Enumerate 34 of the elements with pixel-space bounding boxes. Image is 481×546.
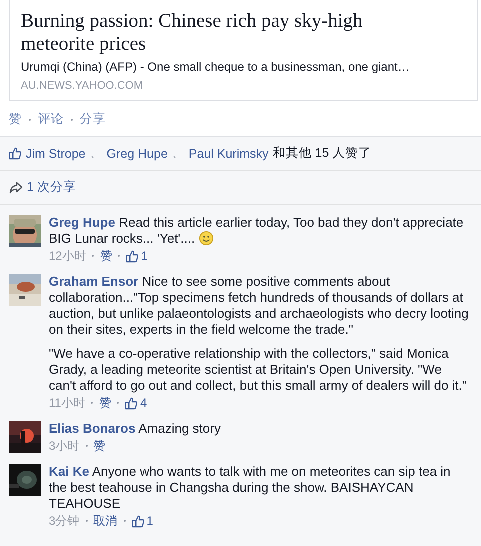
thumbs-up-icon [132, 514, 145, 528]
liker-name[interactable]: Jim Strope [26, 146, 86, 160]
like-count[interactable]: 4 [140, 395, 148, 411]
author-name[interactable]: Kai Ke [49, 464, 90, 479]
separator-mark: 、 [90, 145, 103, 162]
share-icon [9, 182, 23, 194]
like-link[interactable]: 赞 [94, 438, 106, 454]
comment-text: "We have a co-operative relationship with the collectors," said Monica Grady, a leading meteorite scientist at Britain's Open University. "We can't afford to go out and collect, but this small army of dealers will do it." [49, 346, 468, 394]
article-domain: AU.NEWS.YAHOO.COM [21, 80, 144, 92]
comment-text: Greg Hupe Read this article earlier today, Too bad they don't appreciate BIG Lunar rocks... 'Yet'.... [49, 215, 465, 247]
comment-text: Graham Ensor Nice to see some positive comments about collaboration..."Top specimens fetch hundreds of thousands of dollars at auction, but unlike palaeontologists and archaeologists who decry looting on their sites, experts in the field welcome the trade." [49, 274, 469, 338]
comment-text: Kai Ke Anyone who wants to talk with me on meteorites can sip tea in the best teahouse in Changsha during the show. BAISHAYCAN TEAHOUSE [49, 464, 452, 512]
like-link[interactable]: 赞 [100, 248, 112, 264]
author-name[interactable]: Elias Bonaros [49, 421, 136, 436]
liker-name[interactable]: Greg Hupe [106, 146, 168, 160]
author-name[interactable]: Graham Ensor [49, 274, 139, 289]
article-summary: Urumqi (China) (AFP) - One small cheque to a businessman, one giant… [21, 60, 411, 74]
like-count[interactable]: 1 [146, 513, 154, 529]
share-count[interactable]: 1 次分享 [27, 179, 76, 196]
likes-summary: 和其他 15 人赞了 [272, 145, 372, 162]
thumbs-up-icon [9, 147, 22, 160]
separator-mark: 、 [172, 145, 185, 162]
author-name[interactable]: Greg Hupe [49, 215, 116, 230]
thumbs-up-icon [126, 250, 140, 262]
article-title[interactable]: Burning passion: Chinese rich pay sky-high meteorite prices [21, 10, 401, 56]
thumbs-up-icon [125, 396, 138, 410]
liker-name[interactable]: Paul Kurimsky [188, 146, 269, 160]
like-count[interactable]: 1 [141, 248, 148, 264]
post-action-link[interactable]: 分享 [80, 111, 106, 128]
post-action-link[interactable]: 赞 [9, 111, 22, 128]
comment-text: Elias Bonaros Amazing story [49, 421, 222, 437]
post-action-link[interactable]: 评论 [38, 111, 64, 128]
like-link[interactable]: 取消 [94, 513, 118, 529]
like-link[interactable]: 赞 [99, 395, 112, 411]
